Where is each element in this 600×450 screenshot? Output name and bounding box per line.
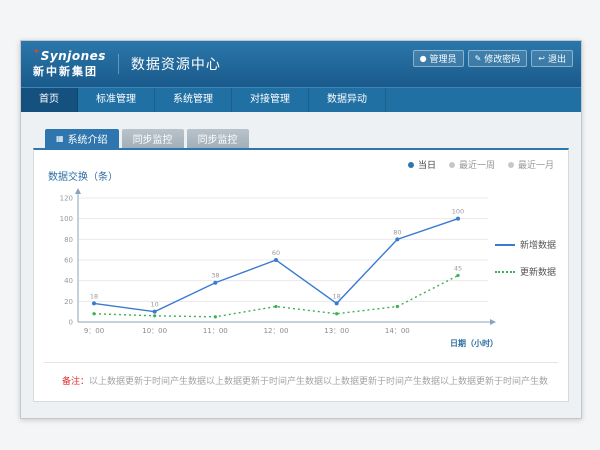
svg-text:11：00: 11：00 [203, 327, 228, 335]
svg-text:80: 80 [393, 228, 401, 236]
svg-text:60: 60 [272, 249, 280, 257]
change-password-label: 修改密码 [484, 52, 520, 65]
filter-last-week-label: 最近一周 [459, 158, 495, 171]
divider [44, 362, 558, 363]
desktop-background: ✦ Synjones 新中新集团 数据资源中心 ● 管理员 ✎ 修改密码 ↩ 退… [0, 0, 600, 450]
svg-text:100: 100 [452, 208, 464, 216]
tab-sync-monitor-2-label: 同步监控 [198, 131, 238, 146]
main-nav: 首页 标准管理 系统管理 对接管理 数据异动 [21, 87, 581, 112]
nav-item-connection-mgmt[interactable]: 对接管理 [232, 88, 309, 112]
nav-item-data-change[interactable]: 数据异动 [309, 88, 386, 112]
svg-text:60: 60 [64, 257, 73, 265]
tab-sync-monitor-2[interactable]: 同步监控 [187, 129, 249, 148]
svg-text:0: 0 [69, 319, 73, 327]
nav-item-system-mgmt[interactable]: 系统管理 [155, 88, 232, 112]
tab-system-intro[interactable]: ▦ 系统介绍 [45, 129, 119, 148]
svg-text:40: 40 [64, 277, 73, 285]
svg-text:12：00: 12：00 [264, 327, 289, 335]
filter-last-week[interactable]: 最近一周 [449, 158, 495, 171]
svg-text:38: 38 [211, 272, 219, 280]
svg-text:18: 18 [90, 292, 98, 300]
tab-sync-monitor-1-label: 同步监控 [133, 131, 173, 146]
radio-dot-icon [508, 162, 514, 168]
tab-strip: ▦ 系统介绍 同步监控 同步监控 [45, 129, 249, 148]
page-title: 数据资源中心 [118, 54, 221, 74]
svg-text:45: 45 [454, 265, 462, 273]
admin-user-button[interactable]: ● 管理员 [413, 50, 464, 67]
logout-icon: ↩ [538, 55, 545, 63]
filter-today[interactable]: 当日 [408, 158, 436, 171]
synjones-logo: ✦ Synjones 新中新集团 [33, 50, 106, 77]
svg-text:120: 120 [60, 195, 73, 203]
svg-text:80: 80 [64, 236, 73, 244]
chart-panel: 当日 最近一周 最近一月 数据交换（条） 0 20 40 60 80 100 120 9：00… [33, 148, 569, 402]
series-legend: 新增数据 更新数据 [495, 238, 556, 292]
legend-new-data-label: 新增数据 [520, 238, 556, 251]
legend-updated-data[interactable]: 更新数据 [495, 265, 556, 278]
app-window: ✦ Synjones 新中新集团 数据资源中心 ● 管理员 ✎ 修改密码 ↩ 退… [20, 40, 582, 419]
app-header: ✦ Synjones 新中新集团 数据资源中心 ● 管理员 ✎ 修改密码 ↩ 退… [21, 41, 581, 87]
filter-today-label: 当日 [418, 158, 436, 171]
nav-item-home[interactable]: 首页 [21, 88, 78, 112]
change-password-button[interactable]: ✎ 修改密码 [468, 50, 528, 67]
filter-last-month[interactable]: 最近一月 [508, 158, 554, 171]
admin-user-label: 管理员 [430, 52, 457, 65]
svg-text:18: 18 [333, 292, 341, 300]
svg-text:13：00: 13：00 [324, 327, 349, 335]
edit-icon: ✎ [475, 55, 482, 63]
logo-subtitle: 新中新集团 [33, 66, 106, 78]
user-icon: ● [420, 55, 427, 63]
line-chart: 0 20 40 60 80 100 120 9：00 10：00 11：00 12：00 13：00 1… [42, 184, 502, 354]
y-axis-title: 数据交换（条） [48, 168, 118, 183]
logo-top: ✦ Synjones [33, 50, 106, 63]
chart-area: 0 20 40 60 80 100 120 9：00 10：00 11：00 12：00 13：00 1… [42, 184, 502, 358]
footnote: 备注：以上数据更新于时间产生数据以上数据更新于时间产生数据以上数据更新于时间产生… [62, 374, 548, 387]
svg-text:14：00: 14：00 [385, 327, 410, 335]
logo-star-icon: ✦ [33, 48, 40, 57]
svg-text:10：00: 10：00 [142, 327, 167, 335]
nav-item-standard-mgmt[interactable]: 标准管理 [78, 88, 155, 112]
svg-text:9：00: 9：00 [84, 327, 104, 335]
logo-text: Synjones [41, 50, 106, 63]
tab-system-intro-label: 系统介绍 [68, 131, 108, 146]
logout-label: 退出 [548, 52, 566, 65]
header-actions: ● 管理员 ✎ 修改密码 ↩ 退出 [413, 50, 573, 67]
legend-new-data[interactable]: 新增数据 [495, 238, 556, 251]
svg-text:日期（小时）: 日期（小时） [450, 338, 498, 348]
footnote-prefix: 备注： [62, 377, 89, 387]
radio-dot-icon [408, 162, 414, 168]
footnote-text: 以上数据更新于时间产生数据以上数据更新于时间产生数据以上数据更新于时间产生数据以… [89, 377, 548, 387]
legend-updated-data-label: 更新数据 [520, 265, 556, 278]
svg-text:20: 20 [64, 298, 73, 306]
time-range-filters: 当日 最近一周 最近一月 [408, 158, 554, 171]
grid-icon: ▦ [56, 135, 64, 143]
dotted-line-icon [495, 271, 515, 273]
solid-line-icon [495, 244, 515, 246]
filter-last-month-label: 最近一月 [518, 158, 554, 171]
logout-button[interactable]: ↩ 退出 [531, 50, 573, 67]
tab-sync-monitor-1[interactable]: 同步监控 [122, 129, 184, 148]
svg-text:100: 100 [60, 215, 73, 223]
svg-text:10: 10 [151, 301, 159, 309]
radio-dot-icon [449, 162, 455, 168]
